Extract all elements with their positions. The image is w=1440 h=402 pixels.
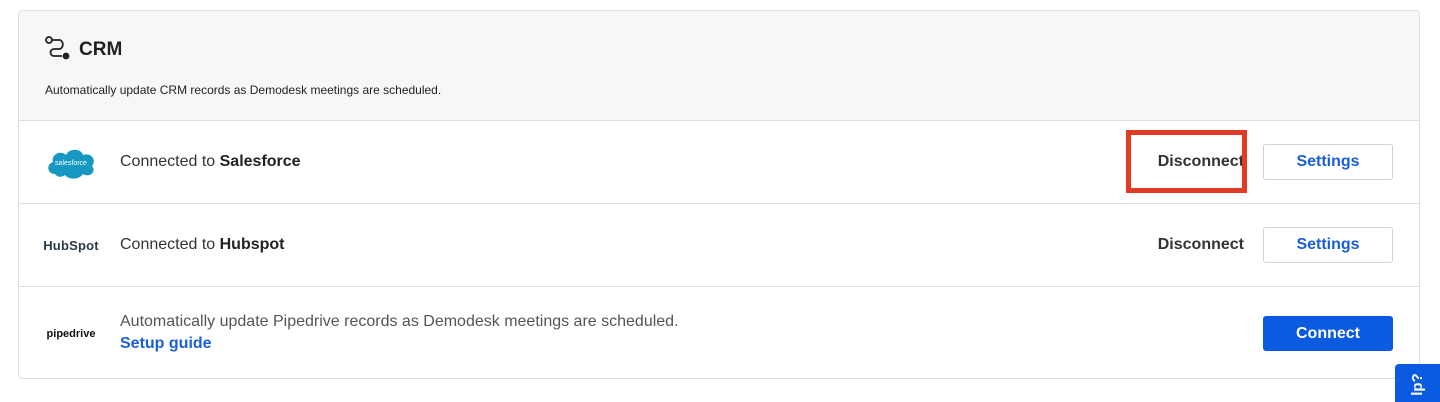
page-subtitle: Automatically update CRM records as Demo…: [45, 83, 442, 97]
crm-header: CRM Automatically update CRM records as …: [19, 11, 1419, 121]
pipedrive-description-block: Automatically update Pipedrive records a…: [120, 311, 679, 355]
hubspot-name: Hubspot: [219, 236, 285, 253]
crm-route-icon: [45, 35, 71, 65]
hubspot-logo-text: HubSpot: [43, 237, 99, 253]
connect-pipedrive-button[interactable]: Connect: [1263, 316, 1393, 351]
salesforce-status-prefix: Connected to: [120, 153, 220, 170]
integration-row-hubspot: HubSpot Connected to Hubspot Disconnect …: [19, 204, 1419, 287]
title-row: CRM: [45, 35, 1393, 65]
hubspot-status-prefix: Connected to: [120, 236, 220, 253]
salesforce-status: Connected to Salesforce: [120, 153, 301, 171]
pipedrive-logo-text: pipedrive: [46, 327, 96, 340]
settings-salesforce-button[interactable]: Settings: [1263, 144, 1393, 180]
disconnect-salesforce-button[interactable]: Disconnect: [1158, 153, 1244, 171]
pipedrive-logo: pipedrive: [45, 314, 97, 354]
crm-card: CRM Automatically update CRM records as …: [18, 10, 1420, 379]
help-tab-label: lp?: [1409, 373, 1426, 396]
pipedrive-description: Automatically update Pipedrive records a…: [120, 313, 679, 330]
page-title: CRM: [79, 39, 123, 60]
integration-row-salesforce: salesforce Connected to Salesforce Disco…: [19, 121, 1419, 204]
settings-hubspot-button[interactable]: Settings: [1263, 227, 1393, 263]
setup-guide-link[interactable]: Setup guide: [120, 333, 212, 355]
hubspot-status: Connected to Hubspot: [120, 236, 285, 254]
salesforce-name: Salesforce: [219, 153, 301, 170]
integration-row-pipedrive: pipedrive Automatically update Pipedrive…: [19, 287, 1419, 378]
disconnect-hubspot-button[interactable]: Disconnect: [1158, 236, 1244, 254]
salesforce-logo-text: salesforce: [55, 160, 87, 167]
help-tab[interactable]: lp?: [1395, 364, 1440, 402]
hubspot-logo: HubSpot: [43, 225, 99, 265]
salesforce-logo: salesforce: [45, 142, 97, 182]
